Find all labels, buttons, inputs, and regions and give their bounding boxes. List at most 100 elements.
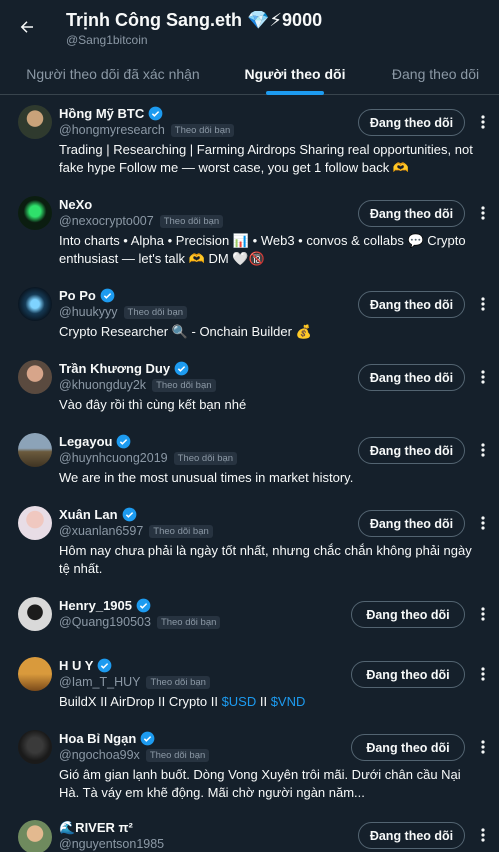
cashtag-link[interactable]: $VND bbox=[271, 694, 306, 709]
list-item[interactable]: Henry_1905 @Quang190503 Theo dõi bạn Đan… bbox=[0, 587, 499, 641]
user-name-text: Hoa Bỉ Ngạn bbox=[59, 731, 137, 746]
follows-you-badge: Theo dõi bạn bbox=[152, 378, 216, 392]
following-button[interactable]: Đang theo dõi bbox=[358, 510, 465, 537]
user-handle-line: @xuanlan6597 Theo dõi bạn bbox=[59, 524, 213, 538]
more-options-button[interactable] bbox=[476, 367, 490, 387]
user-name-text: NeXo bbox=[59, 197, 93, 212]
user-name[interactable]: NeXo bbox=[59, 197, 92, 212]
follows-you-badge: Theo dõi bạn bbox=[146, 675, 210, 689]
tab-label: Người theo dõi bbox=[244, 66, 346, 82]
user-bio: We are in the most unusual times in mark… bbox=[59, 470, 354, 485]
following-button[interactable]: Đang theo dõi bbox=[358, 291, 465, 318]
back-button[interactable] bbox=[12, 12, 42, 42]
more-options-button[interactable] bbox=[476, 294, 490, 314]
user-bio: Vào đây rồi thì cùng kết bạn nhé bbox=[59, 397, 247, 412]
user-name[interactable]: 🌊RIVER π² bbox=[59, 820, 133, 836]
list-item[interactable]: H U Y @Iam_T_HUY Theo dõi bạn BuildX II … bbox=[0, 647, 499, 719]
user-name[interactable]: Hồng Mỹ BTC bbox=[59, 106, 163, 121]
list-item[interactable]: NeXo @nexocrypto007 Theo dõi bạn Into ch… bbox=[0, 186, 499, 276]
more-vertical-icon bbox=[481, 206, 485, 220]
user-bio: Gió âm gian lạnh buốt. Dòng Vong Xuyên t… bbox=[59, 767, 461, 800]
user-handle-line: @ngochoa99x Theo dõi bạn bbox=[59, 748, 210, 762]
verified-badge-icon bbox=[136, 598, 151, 613]
user-handle[interactable]: @ngochoa99x bbox=[59, 748, 140, 762]
user-handle-line: @nguyentson1985 bbox=[59, 837, 164, 851]
following-button[interactable]: Đang theo dõi bbox=[358, 364, 465, 391]
avatar bbox=[18, 597, 52, 631]
more-options-button[interactable] bbox=[476, 825, 490, 845]
user-name[interactable]: Xuân Lan bbox=[59, 507, 137, 522]
profile-name: Trịnh Công Sang.eth 💎⚡9000 bbox=[66, 10, 323, 30]
avatar bbox=[18, 433, 52, 467]
following-button[interactable]: Đang theo dõi bbox=[351, 601, 465, 628]
user-name[interactable]: Trần Khương Duy bbox=[59, 361, 189, 376]
list-item[interactable]: 🌊RIVER π² @nguyentson1985 Đang theo dõi bbox=[0, 811, 499, 852]
more-vertical-icon bbox=[481, 370, 485, 384]
more-options-button[interactable] bbox=[476, 737, 490, 757]
user-handle[interactable]: @khuongduy2k bbox=[59, 378, 146, 392]
list-item[interactable]: Hoa Bỉ Ngạn @ngochoa99x Theo dõi bạn Gió… bbox=[0, 720, 499, 810]
more-vertical-icon bbox=[481, 607, 485, 621]
list-item[interactable]: Po Po @huukyyy Theo dõi bạn Crypto Resea… bbox=[0, 277, 499, 349]
tab-label: Đang theo dõi bbox=[391, 66, 480, 82]
user-name-text: Hồng Mỹ BTC bbox=[59, 106, 145, 121]
tab-following[interactable]: Đang theo dõi bbox=[364, 54, 499, 94]
more-options-button[interactable] bbox=[476, 664, 490, 684]
user-handle[interactable]: @hongmyresearch bbox=[59, 123, 165, 137]
following-button[interactable]: Đang theo dõi bbox=[358, 437, 465, 464]
user-handle[interactable]: @nexocrypto007 bbox=[59, 214, 154, 228]
avatar bbox=[18, 105, 52, 139]
verified-badge-icon bbox=[148, 106, 163, 121]
list-item[interactable]: Hồng Mỹ BTC @hongmyresearch Theo dõi bạn… bbox=[0, 95, 499, 185]
tab-followers[interactable]: Người theo dõi bbox=[226, 54, 364, 95]
profile-header: Trịnh Công Sang.eth 💎⚡9000 @Sang1bitcoin bbox=[0, 0, 499, 54]
user-bio: Trading | Researching | Farming Airdrops… bbox=[59, 142, 473, 175]
user-name[interactable]: Hoa Bỉ Ngạn bbox=[59, 731, 155, 746]
following-button[interactable]: Đang theo dõi bbox=[358, 200, 465, 227]
follows-you-badge: Theo dõi bạn bbox=[170, 123, 235, 137]
tab-verified-followers[interactable]: Người theo dõi đã xác nhận bbox=[0, 54, 226, 94]
follows-you-badge: Theo dõi bạn bbox=[145, 748, 210, 762]
user-name[interactable]: Po Po bbox=[59, 288, 115, 303]
following-button[interactable]: Đang theo dõi bbox=[351, 661, 465, 688]
verified-badge-icon bbox=[122, 507, 136, 522]
follows-you-badge: Theo dõi bạn bbox=[173, 451, 238, 465]
more-options-button[interactable] bbox=[476, 203, 490, 223]
bio-text: II bbox=[256, 694, 271, 709]
user-handle-line: @hongmyresearch Theo dõi bạn bbox=[59, 123, 235, 137]
more-options-button[interactable] bbox=[476, 604, 490, 624]
list-item[interactable]: Xuân Lan @xuanlan6597 Theo dõi bạn Hôm n… bbox=[0, 496, 499, 586]
user-name-text: 🌊RIVER π² bbox=[59, 820, 133, 835]
user-handle[interactable]: @Quang190503 bbox=[59, 615, 151, 629]
user-handle[interactable]: @Iam_T_HUY bbox=[59, 675, 140, 689]
bio-text: BuildX II AirDrop II Crypto II bbox=[59, 694, 222, 709]
list-item[interactable]: Legayou @huynhcuong2019 Theo dõi bạn We … bbox=[0, 423, 499, 495]
user-name[interactable]: Legayou bbox=[59, 434, 131, 449]
more-vertical-icon bbox=[481, 740, 485, 754]
more-options-button[interactable] bbox=[476, 440, 490, 460]
cashtag-link[interactable]: $USD bbox=[222, 694, 257, 709]
following-button[interactable]: Đang theo dõi bbox=[358, 822, 465, 849]
more-vertical-icon bbox=[481, 297, 485, 311]
user-handle[interactable]: @huynhcuong2019 bbox=[59, 451, 168, 465]
more-options-button[interactable] bbox=[476, 112, 490, 132]
avatar bbox=[18, 657, 52, 691]
user-handle[interactable]: @nguyentson1985 bbox=[59, 837, 164, 851]
avatar bbox=[18, 820, 52, 852]
verified-badge-icon bbox=[100, 288, 115, 303]
user-name[interactable]: H U Y bbox=[59, 658, 112, 673]
user-handle-line: @nexocrypto007 Theo dõi bạn bbox=[59, 214, 224, 228]
more-vertical-icon bbox=[481, 516, 485, 530]
following-button[interactable]: Đang theo dõi bbox=[351, 734, 465, 761]
list-item[interactable]: Trần Khương Duy @khuongduy2k Theo dõi bạ… bbox=[0, 350, 499, 422]
following-button[interactable]: Đang theo dõi bbox=[358, 109, 465, 136]
more-options-button[interactable] bbox=[476, 513, 490, 533]
user-name-text: Legayou bbox=[59, 434, 113, 449]
user-handle[interactable]: @huukyyy bbox=[59, 305, 118, 319]
avatar bbox=[18, 287, 52, 321]
user-name-text: Trần Khương Duy bbox=[59, 361, 171, 376]
verified-badge-icon bbox=[117, 434, 131, 449]
user-handle[interactable]: @xuanlan6597 bbox=[59, 524, 143, 538]
user-name[interactable]: Henry_1905 bbox=[59, 598, 151, 613]
profile-handle: @Sang1bitcoin bbox=[66, 33, 148, 47]
